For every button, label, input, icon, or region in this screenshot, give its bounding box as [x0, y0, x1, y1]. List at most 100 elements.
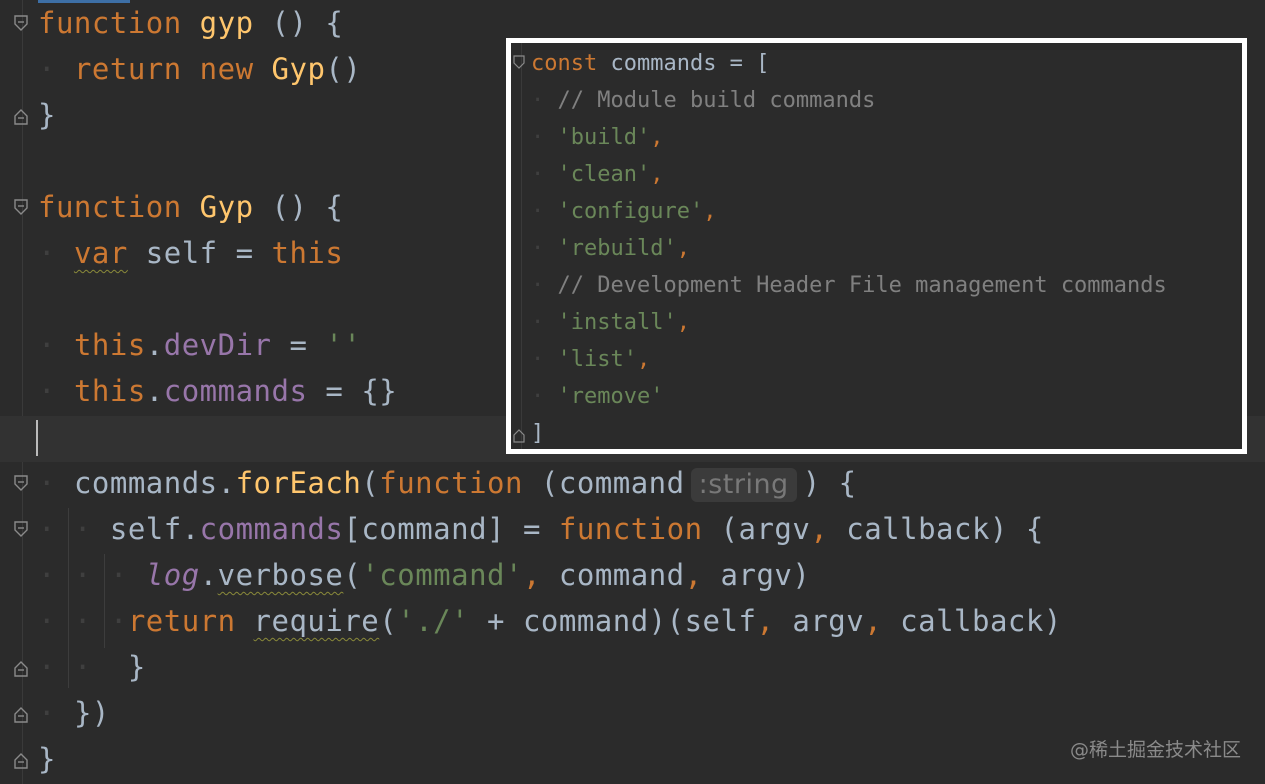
- code-line: · this.devDir = '': [38, 328, 362, 362]
- keyword: function: [558, 512, 703, 546]
- code-text: callback) {: [828, 512, 1044, 546]
- comma: ,: [650, 125, 664, 150]
- code-line: · // Module build commands: [531, 88, 876, 113]
- code-line: · // Development Header File management …: [531, 273, 1167, 298]
- string-literal: 'remove': [557, 384, 664, 409]
- method-name: verbose: [217, 558, 344, 592]
- string-literal: './': [397, 604, 470, 638]
- code-text: (: [361, 466, 380, 500]
- code-line: · this.commands = {}: [38, 374, 398, 408]
- code-text: (command: [522, 466, 685, 500]
- code-line: }: [38, 92, 56, 138]
- highlighted-snippet-box: const commands = [ · // Module build com…: [506, 38, 1247, 454]
- code-line: · 'clean',: [531, 162, 664, 187]
- code-text: self =: [127, 236, 272, 270]
- comma: ,: [676, 310, 690, 335]
- function-name: Gyp: [199, 190, 254, 224]
- code-text: [command] =: [343, 512, 559, 546]
- code-text: () {: [253, 6, 344, 40]
- function-name: gyp: [199, 6, 254, 40]
- code-text: }: [38, 742, 56, 776]
- code-text: .: [199, 558, 218, 592]
- comma: ,: [864, 604, 883, 638]
- fold-close-icon[interactable]: [12, 704, 30, 724]
- method-name: forEach: [235, 466, 362, 500]
- fold-close-icon[interactable]: [513, 427, 527, 445]
- class-name: Gyp: [271, 52, 326, 86]
- code-text: () {: [253, 190, 344, 224]
- code-text: }: [127, 650, 146, 684]
- keyword: this: [73, 374, 146, 408]
- fold-close-icon[interactable]: [12, 750, 30, 770]
- code-text: .: [145, 374, 164, 408]
- code-text: }): [73, 696, 110, 730]
- code-text: }: [38, 98, 56, 132]
- code-text: (argv: [702, 512, 811, 546]
- fold-close-icon[interactable]: [12, 658, 30, 678]
- comma: ,: [684, 558, 703, 592]
- keyword: function: [38, 190, 182, 224]
- string-literal: 'rebuild': [557, 236, 677, 261]
- code-line: · 'rebuild',: [531, 236, 690, 261]
- fold-close-icon[interactable]: [12, 106, 30, 126]
- keyword: const: [531, 51, 598, 76]
- code-line: const commands = [: [531, 45, 769, 82]
- property: commands: [163, 374, 308, 408]
- comment: // Module build commands: [557, 88, 876, 113]
- fold-open-icon[interactable]: [12, 520, 30, 540]
- comma: ,: [756, 604, 775, 638]
- code-line: · 'build',: [531, 125, 664, 150]
- code-line: ]: [531, 415, 544, 452]
- property: commands: [199, 512, 344, 546]
- fold-open-icon[interactable]: [12, 14, 30, 34]
- code-line: · · self.commands[command] = function (a…: [38, 512, 1044, 546]
- code-text: (: [343, 558, 362, 592]
- keyword: new: [199, 52, 254, 86]
- code-line: · }): [38, 696, 110, 730]
- fold-open-icon[interactable]: [12, 474, 30, 494]
- log-object: log: [145, 558, 200, 592]
- code-text: argv: [774, 604, 865, 638]
- code-text: =: [271, 328, 326, 362]
- keyword: this: [271, 236, 344, 270]
- string-literal: 'command': [361, 558, 523, 592]
- comma: ,: [522, 558, 541, 592]
- comment: // Development Header File management co…: [557, 273, 1167, 298]
- code-line: · commands.forEach(function (command:str…: [38, 466, 857, 502]
- code-text: .: [145, 328, 164, 362]
- gutter-border: [521, 43, 522, 449]
- keyword: function: [38, 6, 182, 40]
- type-hint: :string: [690, 468, 797, 502]
- code-text: callback): [882, 604, 1062, 638]
- string-literal: 'list': [557, 347, 637, 372]
- property: devDir: [163, 328, 272, 362]
- code-line: }: [38, 736, 56, 782]
- code-text: commands = [: [597, 51, 770, 76]
- code-line: · var self = this: [38, 236, 344, 270]
- string-literal: 'configure': [557, 199, 704, 224]
- comma: ,: [676, 236, 690, 261]
- comma: ,: [650, 162, 664, 187]
- code-text: + command)(self: [469, 604, 757, 638]
- fold-open-icon[interactable]: [12, 198, 30, 218]
- keyword: var: [73, 236, 128, 270]
- string-literal: 'clean': [557, 162, 651, 187]
- text-caret: [36, 420, 38, 456]
- code-line: · · · log.verbose('command', command, ar…: [38, 558, 811, 592]
- code-line: · 'install',: [531, 310, 690, 335]
- code-line: · · }: [38, 650, 146, 684]
- code-text: ]: [531, 421, 545, 446]
- code-text: = {}: [307, 374, 398, 408]
- code-text: argv): [702, 558, 811, 592]
- fold-open-icon[interactable]: [513, 55, 527, 73]
- code-line: · 'configure',: [531, 199, 717, 224]
- comma: ,: [810, 512, 829, 546]
- code-line: · return new Gyp(): [38, 52, 362, 86]
- code-line: · 'list',: [531, 347, 651, 372]
- code-text: self.: [109, 512, 200, 546]
- keyword: return: [73, 52, 182, 86]
- code-text: commands.: [73, 466, 236, 500]
- code-line: function Gyp () {: [38, 184, 343, 230]
- code-line: · 'remove': [531, 384, 664, 409]
